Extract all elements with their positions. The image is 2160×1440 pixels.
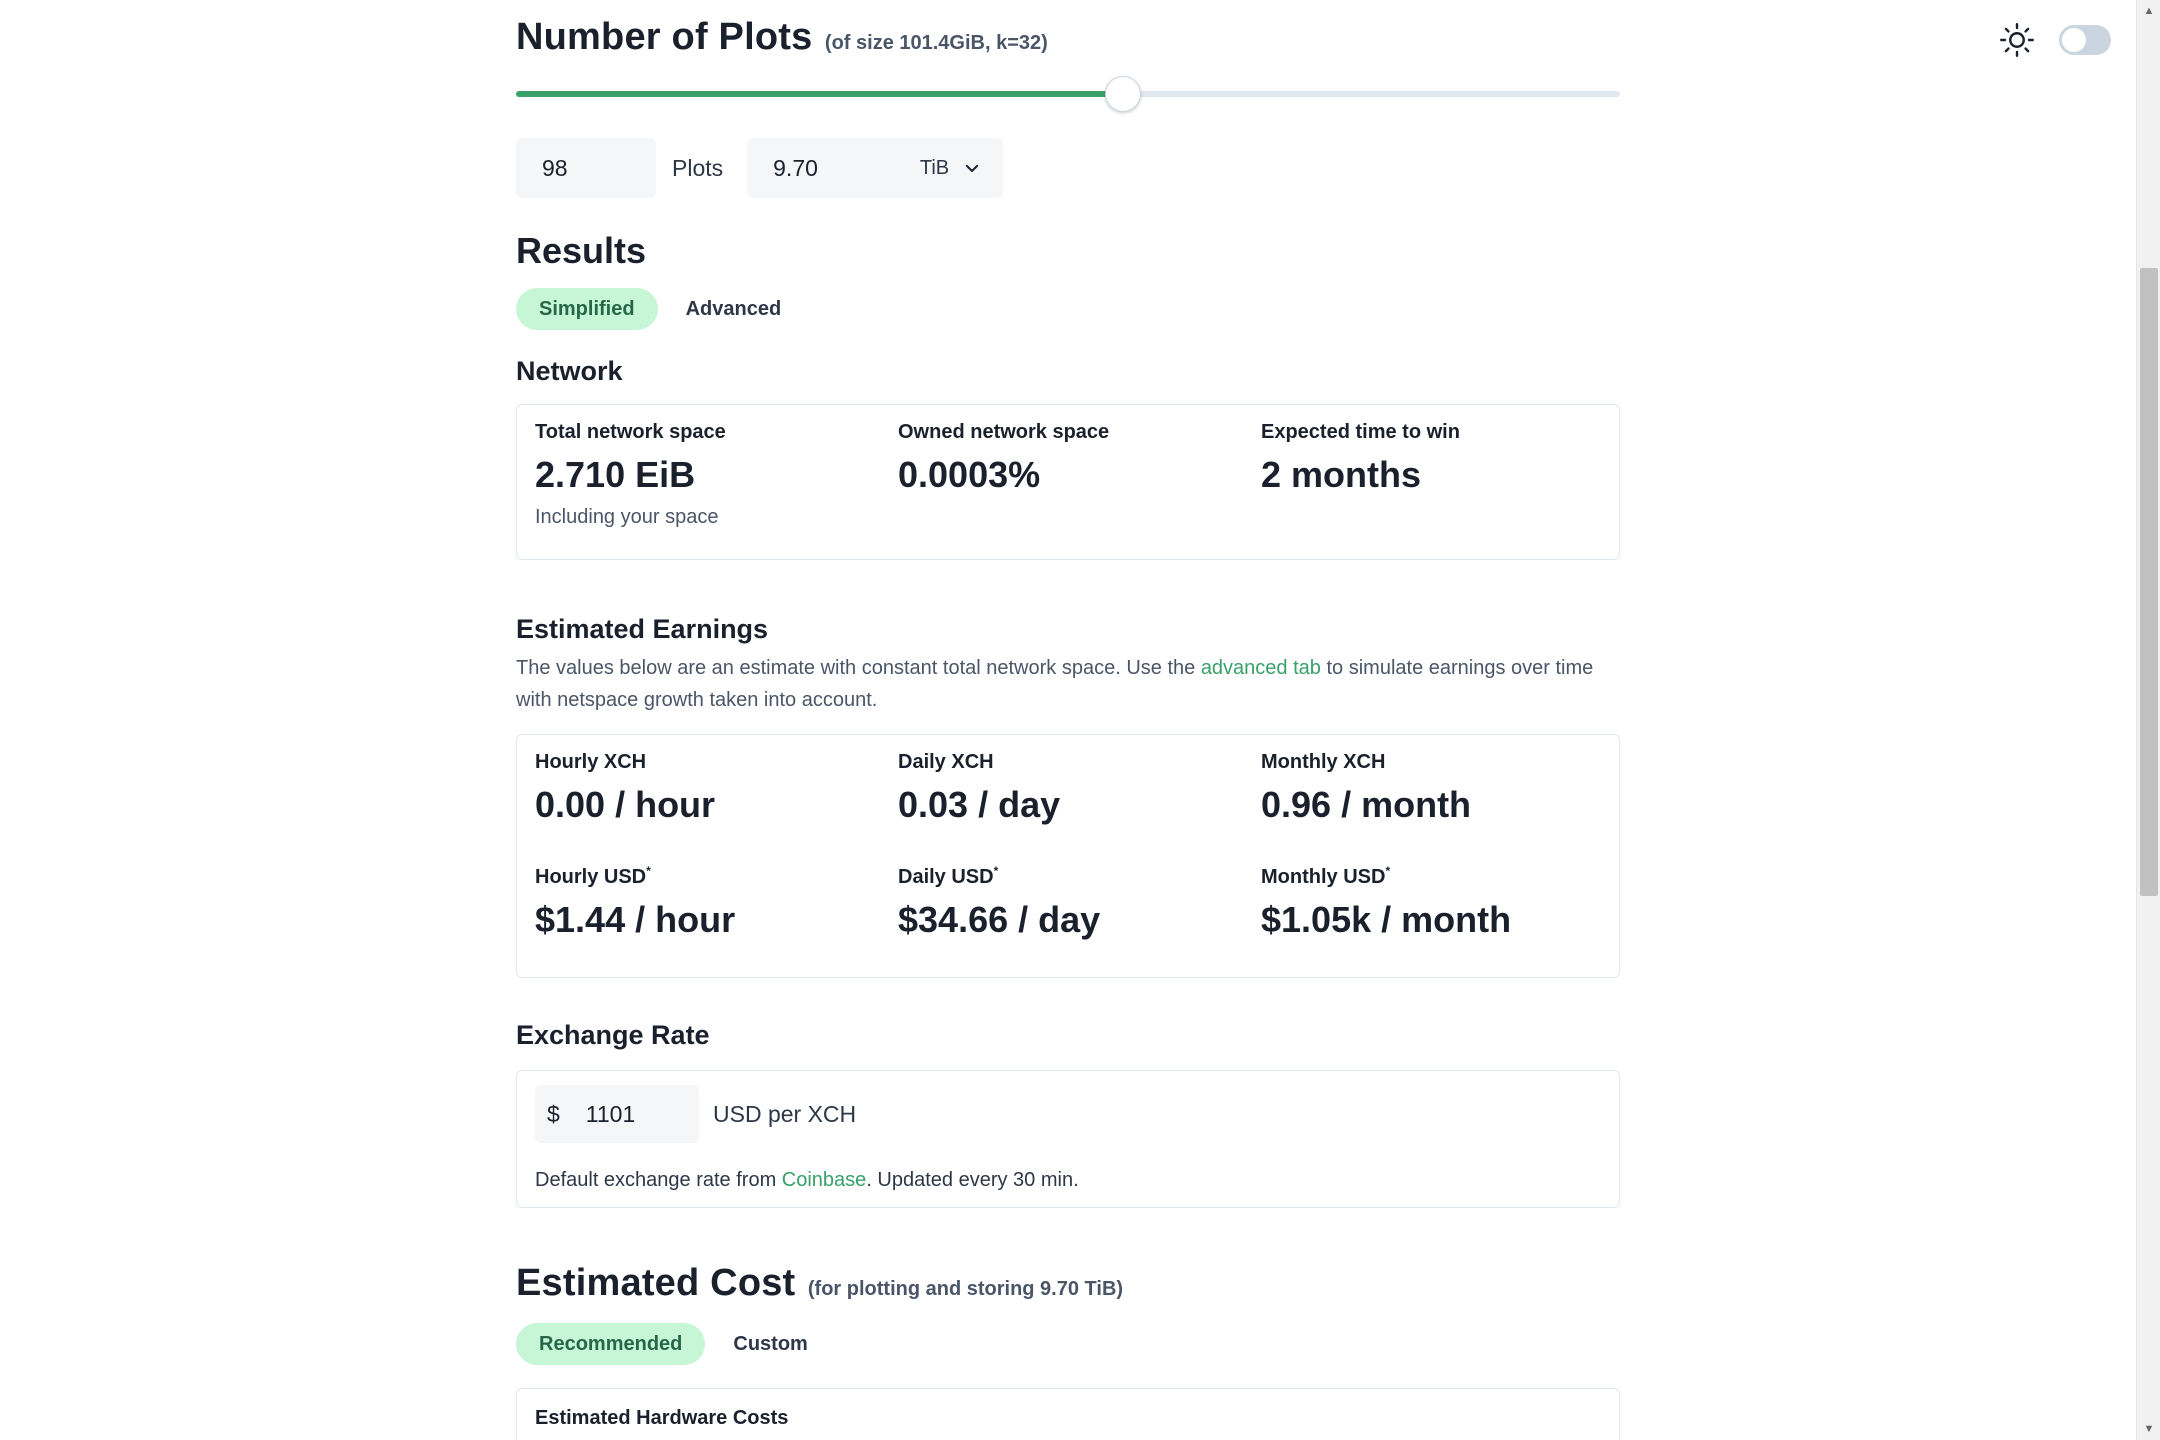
stat-help-text: Including your space (535, 506, 719, 528)
exchange-rate-value: 1101 (585, 1100, 636, 1127)
currency-symbol: $ (547, 1100, 560, 1127)
stat-label: Daily XCH (898, 751, 994, 773)
stat-label-text: Monthly USD (1261, 866, 1386, 888)
stat-value: $1.44 / hour (535, 899, 736, 940)
footnote-mark: * (646, 864, 651, 878)
exchange-rate-note: Default exchange rate from Coinbase. Upd… (517, 1143, 1619, 1192)
stat-label-text: Daily USD (898, 866, 994, 888)
results-title: Results (516, 230, 647, 271)
chevron-down-icon (965, 164, 979, 172)
plot-inputs: 98 Plots 9.70 TiB (516, 138, 1004, 198)
stat-hourly-xch: Hourly XCH 0.00 / hour (535, 735, 898, 826)
theme-toggle (1999, 22, 2111, 58)
stat-total-network-space: Total network space 2.710 EiB Including … (535, 405, 898, 529)
stat-monthly-xch: Monthly XCH 0.96 / month (1261, 735, 1601, 826)
slider-fill (516, 91, 1124, 97)
stat-value: 2 months (1261, 454, 1422, 495)
exchange-card: $ 1101 USD per XCH Default exchange rate… (516, 1070, 1620, 1208)
stat-label: Total network space (535, 421, 726, 443)
cost-heading: Estimated Cost (for plotting and storing… (516, 1262, 1123, 1305)
stat-daily-usd: Daily USD* $34.66 / day (898, 826, 1261, 941)
stat-label: Hourly USD* (535, 864, 898, 889)
tab-custom[interactable]: Custom (729, 1323, 811, 1365)
plots-title: Number of Plots (516, 16, 813, 58)
stat-owned-network-space: Owned network space 0.0003% (898, 405, 1261, 529)
page: ▲ ▼ Number of Plots (of size 101.4GiB, k… (0, 0, 2160, 1440)
earnings-card: Hourly XCH 0.00 / hour Daily XCH 0.03 / … (516, 734, 1620, 978)
dark-mode-switch[interactable] (2059, 25, 2111, 55)
plot-size-input[interactable]: 9.70 TiB (747, 138, 1004, 198)
stat-value: $34.66 / day (898, 899, 1101, 940)
stat-value: 0.03 / day (898, 784, 1061, 825)
page-scrollbar[interactable]: ▲ ▼ (2136, 0, 2160, 1440)
scroll-up-arrow-icon[interactable]: ▲ (2137, 0, 2160, 22)
network-card: Total network space 2.710 EiB Including … (516, 404, 1620, 560)
plot-size-value: 9.70 (773, 154, 818, 181)
stat-label: Monthly XCH (1261, 751, 1386, 773)
tab-simplified[interactable]: Simplified (516, 288, 658, 330)
size-unit-select[interactable]: TiB (920, 157, 981, 180)
stat-value: 0.96 / month (1261, 784, 1472, 825)
hardware-cost-card: Estimated Hardware Costs (516, 1388, 1620, 1440)
footnote-mark: * (1385, 864, 1391, 878)
plots-count-value: 98 (542, 154, 568, 181)
results-tabs: Simplified Advanced (516, 288, 785, 330)
stat-value: 0.00 / hour (535, 784, 716, 825)
stat-expected-time-to-win: Expected time to win 2 months (1261, 405, 1601, 529)
stat-monthly-usd: Monthly USD* $1.05k / month (1261, 826, 1601, 941)
exchange-rate-unit: USD per XCH (713, 1100, 857, 1127)
plots-heading: Number of Plots (of size 101.4GiB, k=32) (516, 16, 1048, 59)
plots-slider[interactable] (516, 76, 1620, 112)
stat-daily-xch: Daily XCH 0.03 / day (898, 735, 1261, 826)
scroll-down-arrow-icon[interactable]: ▼ (2137, 1418, 2160, 1440)
stat-label: Daily USD* (898, 864, 1261, 889)
size-unit-label: TiB (919, 156, 950, 179)
stat-hourly-usd: Hourly USD* $1.44 / hour (535, 826, 898, 941)
tab-advanced[interactable]: Advanced (682, 288, 786, 330)
rate-note-text-end: . Updated every 30 min. (866, 1169, 1079, 1191)
earnings-description: The values below are an estimate with co… (516, 652, 1620, 716)
exchange-title: Exchange Rate (516, 1020, 710, 1050)
slider-thumb[interactable] (1105, 76, 1142, 112)
network-title: Network (516, 356, 623, 386)
cost-tabs: Recommended Custom (516, 1323, 812, 1365)
stat-label-text: Hourly USD (535, 866, 647, 888)
exchange-rate-input[interactable]: $ 1101 (535, 1085, 699, 1143)
cost-title: Estimated Cost (516, 1262, 796, 1304)
stat-label: Owned network space (898, 421, 1110, 443)
scroll-thumb[interactable] (2140, 268, 2158, 896)
sun-icon (2000, 23, 2034, 57)
earnings-desc-text: The values below are an estimate with co… (516, 657, 1201, 679)
advanced-tab-link[interactable]: advanced tab (1201, 657, 1321, 679)
plots-count-input[interactable]: 98 (516, 138, 656, 198)
switch-knob (2062, 28, 2086, 52)
stat-label: Hourly XCH (535, 751, 647, 773)
tab-recommended[interactable]: Recommended (516, 1323, 706, 1365)
plots-count-label: Plots (672, 154, 724, 181)
earnings-title: Estimated Earnings (516, 614, 769, 644)
cost-subtitle: (for plotting and storing 9.70 TiB) (807, 1278, 1124, 1300)
hardware-cost-label: Estimated Hardware Costs (535, 1407, 789, 1429)
plots-subtitle: (of size 101.4GiB, k=32) (824, 32, 1048, 54)
rate-note-text: Default exchange rate from (535, 1169, 782, 1191)
stat-value: $1.05k / month (1261, 899, 1512, 940)
stat-label: Expected time to win (1261, 421, 1460, 443)
stat-label: Monthly USD* (1261, 864, 1601, 889)
coinbase-link[interactable]: Coinbase (782, 1169, 867, 1191)
stat-value: 0.0003% (898, 454, 1041, 495)
footnote-mark: * (993, 864, 999, 878)
stat-value: 2.710 EiB (535, 454, 696, 495)
